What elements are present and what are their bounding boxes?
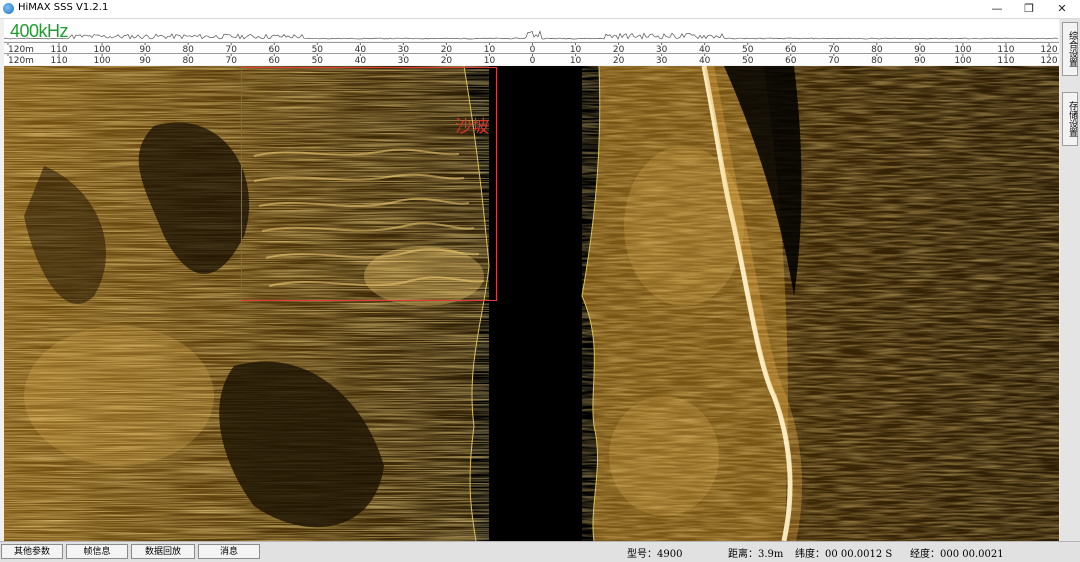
range-ruler-bottom-svg: 120m 110 100 90 80 70 60 50 40 30 20 10 0 10 20 30 40 50 6… xyxy=(7,54,1058,65)
range-tick-label: 50 xyxy=(742,56,754,65)
general-settings-button[interactable]: 综合设置 xyxy=(1062,22,1078,76)
range-ruler-bottom: 120m 110 100 90 80 70 60 50 40 30 20 10 0 10 20 30 40 50 6… xyxy=(4,53,1059,65)
range-tick-label: 70 xyxy=(828,56,840,65)
data-playback-button[interactable]: 数据回放 xyxy=(131,544,195,559)
range-tick-label: 60 xyxy=(269,56,281,65)
window-title: HiMAX SSS V1.2.1 xyxy=(18,2,109,13)
storage-settings-button[interactable]: 存储设置 xyxy=(1062,92,1078,146)
range-tick-label: 40 xyxy=(699,56,711,65)
range-tick-label: 110 xyxy=(50,56,67,65)
minimize-button[interactable]: — xyxy=(987,1,1007,17)
latitude-readout: 纬度：00 00.0012 S xyxy=(795,549,893,560)
model-readout: 型号：4900 xyxy=(627,549,683,560)
range-tick-label: 10 xyxy=(484,56,496,65)
range-tick-label: 70 xyxy=(225,56,237,65)
range-tick-label: 100 xyxy=(93,56,110,65)
waveform-trace xyxy=(3,30,1059,40)
amplitude-waveform xyxy=(3,19,1059,41)
range-tick-label: 40 xyxy=(355,56,367,65)
frame-info-button[interactable]: 帧信息 xyxy=(66,544,128,559)
longitude-readout: 经度：000 00.0021 xyxy=(910,549,1004,560)
sonar-image xyxy=(4,66,1059,541)
frequency-label: 400kHz xyxy=(10,21,69,41)
range-tick-label: 90 xyxy=(914,56,926,65)
range-tick-label: 100 xyxy=(954,56,971,65)
messages-button[interactable]: 消息 xyxy=(198,544,260,559)
range-tick-label: 20 xyxy=(441,56,453,65)
other-params-button[interactable]: 其他参数 xyxy=(1,544,63,559)
title-bar: HiMAX SSS V1.2.1 — ❐ ✕ xyxy=(0,0,1080,19)
range-tick-label: 80 xyxy=(871,56,883,65)
maximize-button[interactable]: ❐ xyxy=(1019,1,1039,17)
annotation-label: 沙坡 xyxy=(455,117,489,137)
range-tick-label: 30 xyxy=(398,56,410,65)
close-button[interactable]: ✕ xyxy=(1052,1,1072,17)
app-icon xyxy=(3,3,14,14)
range-tick-label: 120m xyxy=(8,56,34,65)
altitude-readout: 距离：3.9m xyxy=(728,549,784,560)
range-tick-label: 80 xyxy=(182,56,194,65)
range-tick-label: 120 xyxy=(1040,56,1057,65)
range-tick-label: 0 xyxy=(530,56,536,65)
sonar-waterfall[interactable] xyxy=(4,66,1059,541)
range-tick-label: 10 xyxy=(570,56,582,65)
range-tick-label: 50 xyxy=(312,56,324,65)
range-tick-label: 90 xyxy=(139,56,151,65)
range-tick-label: 20 xyxy=(613,56,625,65)
range-tick-label: 110 xyxy=(997,56,1014,65)
annotation-box xyxy=(241,67,497,301)
range-tick-label: 30 xyxy=(656,56,668,65)
range-tick-label: 60 xyxy=(785,56,797,65)
